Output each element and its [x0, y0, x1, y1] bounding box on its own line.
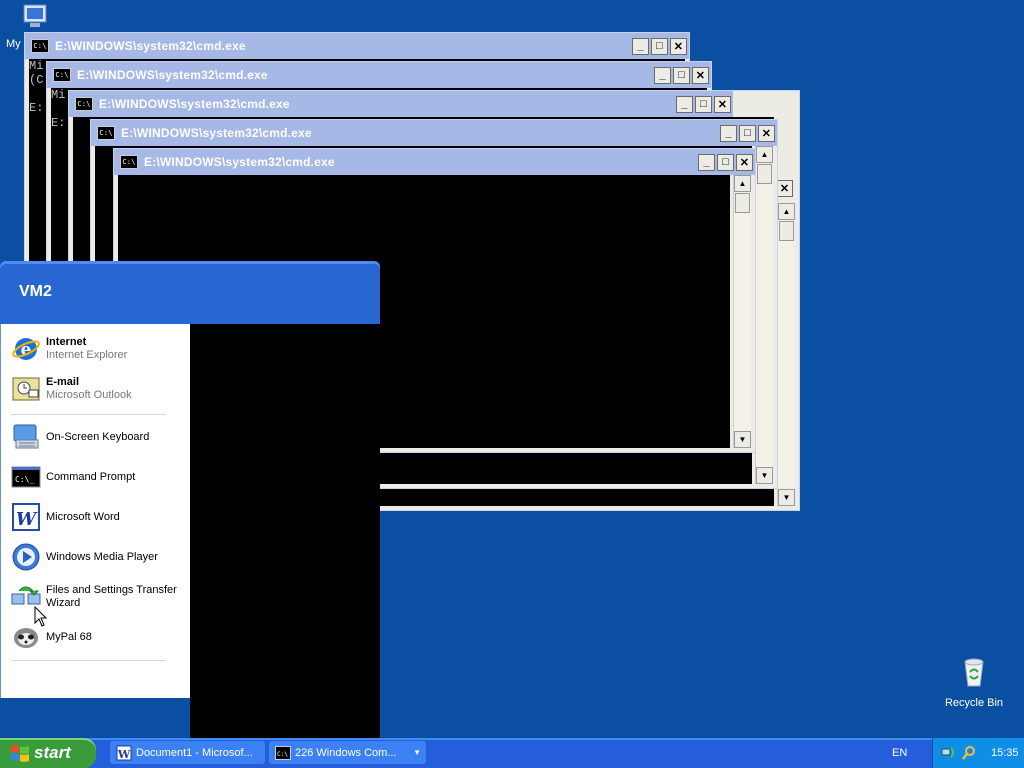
start-label: start: [34, 743, 71, 762]
menu-item-title: Command Prompt: [46, 470, 136, 483]
maximize-button[interactable]: □: [695, 95, 712, 113]
recycle-bin-icon: [964, 658, 984, 687]
command-prompt-icon: C:\: [275, 745, 291, 760]
desktop-icon-label: Recycle Bin: [944, 697, 1004, 709]
menu-item-title: Internet: [46, 336, 87, 348]
command-prompt-icon: C:\_: [11, 462, 41, 492]
cmd-icon: C:\: [120, 155, 138, 169]
window-title: E:\WINDOWS\system32\cmd.exe: [121, 126, 312, 140]
svg-text:W: W: [16, 509, 38, 530]
minimize-button[interactable]: _: [698, 153, 715, 171]
scroll-thumb[interactable]: [779, 221, 794, 241]
minimize-button[interactable]: _: [676, 95, 693, 113]
keyboard-icon: [11, 422, 41, 452]
taskbar-button-label: 226 Windows Com...: [295, 746, 397, 759]
media-player-icon: [11, 542, 41, 572]
start-menu: VM2 e Internet Internet Explorer E-mail …: [0, 261, 380, 738]
start-menu-places-pane: [190, 324, 380, 738]
cmd-icon: C:\: [97, 126, 115, 140]
menu-item-title: MyPal 68: [46, 630, 92, 643]
menu-item-subtitle: Microsoft Outlook: [46, 389, 132, 401]
vertical-scrollbar[interactable]: ▲: [777, 203, 795, 506]
internet-explorer-icon: e: [11, 334, 41, 364]
close-button[interactable]: ✕: [736, 153, 753, 171]
scroll-down-arrow[interactable]: ▼: [756, 467, 773, 484]
window-title: E:\WINDOWS\system32\cmd.exe: [55, 39, 246, 53]
close-button[interactable]: ✕: [692, 66, 709, 84]
scroll-up-arrow[interactable]: ▲: [734, 175, 751, 192]
user-name: VM2: [19, 283, 52, 300]
mouse-cursor-icon: [34, 606, 48, 627]
word-icon: W: [116, 745, 132, 761]
chevron-down-icon[interactable]: ▼: [413, 748, 421, 757]
vertical-scrollbar[interactable]: ▲: [755, 146, 773, 484]
menu-item-windows-media-player[interactable]: Windows Media Player: [11, 542, 187, 572]
window-title: E:\WINDOWS\system32\cmd.exe: [99, 97, 290, 111]
clock[interactable]: 15:35: [991, 747, 1019, 759]
taskbar-button-label: Document1 - Microsof...: [136, 746, 253, 759]
title-bar[interactable]: C:\ E:\WINDOWS\system32\cmd.exe _ □ ✕: [91, 120, 777, 146]
desktop-icon-label: My: [6, 38, 21, 50]
window-title: E:\WINDOWS\system32\cmd.exe: [77, 68, 268, 82]
menu-item-title: E-mail: [46, 376, 80, 388]
scroll-thumb[interactable]: [735, 193, 750, 213]
taskbar-button-document1[interactable]: W Document1 - Microsof...: [110, 741, 265, 764]
scroll-down-arrow[interactable]: ▼: [778, 489, 795, 506]
scroll-down-arrow[interactable]: ▼: [734, 431, 751, 448]
computer-icon: [23, 4, 47, 27]
taskbar-button-command-group[interactable]: C:\ 226 Windows Com... ▼: [269, 741, 426, 764]
cmd-icon: C:\: [53, 68, 71, 82]
outlook-icon: [11, 374, 41, 404]
title-bar[interactable]: C:\ E:\WINDOWS\system32\cmd.exe _ □ ✕: [47, 62, 711, 88]
desktop-icon-recycle-bin[interactable]: Recycle Bin: [938, 656, 1010, 709]
start-button[interactable]: start: [0, 738, 96, 768]
menu-item-microsoft-word[interactable]: W Microsoft Word: [11, 502, 187, 532]
close-button[interactable]: ✕: [714, 95, 731, 113]
menu-item-command-prompt[interactable]: C:\_ Command Prompt: [11, 462, 187, 492]
menu-item-title: Microsoft Word: [46, 510, 120, 523]
scroll-up-arrow[interactable]: ▲: [756, 146, 773, 163]
menu-item-internet[interactable]: e Internet Internet Explorer: [11, 334, 187, 364]
menu-item-title: Windows Media Player: [46, 550, 158, 563]
svg-text:W: W: [117, 748, 131, 761]
menu-separator: [11, 414, 166, 415]
start-menu-programs: e Internet Internet Explorer E-mail Micr…: [0, 324, 190, 698]
menu-item-subtitle: Internet Explorer: [46, 349, 128, 361]
menu-item-title: On-Screen Keyboard: [46, 430, 150, 443]
vertical-scrollbar[interactable]: ▲: [733, 175, 751, 448]
minimize-button[interactable]: _: [654, 66, 671, 84]
maximize-button[interactable]: □: [673, 66, 690, 84]
close-button[interactable]: ✕: [776, 180, 793, 197]
maximize-button[interactable]: □: [651, 37, 668, 55]
menu-item-email[interactable]: E-mail Microsoft Outlook: [11, 374, 187, 404]
word-icon: W: [11, 502, 41, 532]
svg-text:C:\_: C:\_: [15, 475, 34, 484]
menu-item-title: Files and Settings Transfer Wizard: [46, 584, 177, 609]
title-bar[interactable]: C:\ E:\WINDOWS\system32\cmd.exe _ □ ✕: [25, 33, 689, 59]
svg-text:C:\: C:\: [277, 751, 288, 758]
minimize-button[interactable]: _: [632, 37, 649, 55]
search-icon[interactable]: [961, 745, 977, 761]
cmd-icon: C:\: [31, 39, 49, 53]
language-indicator[interactable]: EN: [892, 747, 907, 759]
window-title: E:\WINDOWS\system32\cmd.exe: [144, 155, 335, 169]
windows-logo-icon: [11, 745, 29, 762]
minimize-button[interactable]: _: [720, 124, 737, 142]
title-bar[interactable]: C:\ E:\WINDOWS\system32\cmd.exe _ □ ✕: [114, 149, 755, 175]
scroll-up-arrow[interactable]: ▲: [778, 203, 795, 220]
scroll-thumb[interactable]: [757, 164, 772, 184]
close-button[interactable]: ✕: [758, 124, 775, 142]
maximize-button[interactable]: □: [739, 124, 756, 142]
menu-separator: [11, 660, 166, 661]
menu-item-on-screen-keyboard[interactable]: On-Screen Keyboard: [11, 422, 187, 452]
close-button[interactable]: ✕: [670, 37, 687, 55]
title-bar[interactable]: C:\ E:\WINDOWS\system32\cmd.exe _ □ ✕: [69, 91, 733, 117]
cmd-icon: C:\: [75, 97, 93, 111]
start-menu-header: VM2: [0, 261, 380, 324]
maximize-button[interactable]: □: [717, 153, 734, 171]
system-tray: 15:35: [932, 738, 1024, 768]
network-icon[interactable]: [941, 745, 957, 761]
